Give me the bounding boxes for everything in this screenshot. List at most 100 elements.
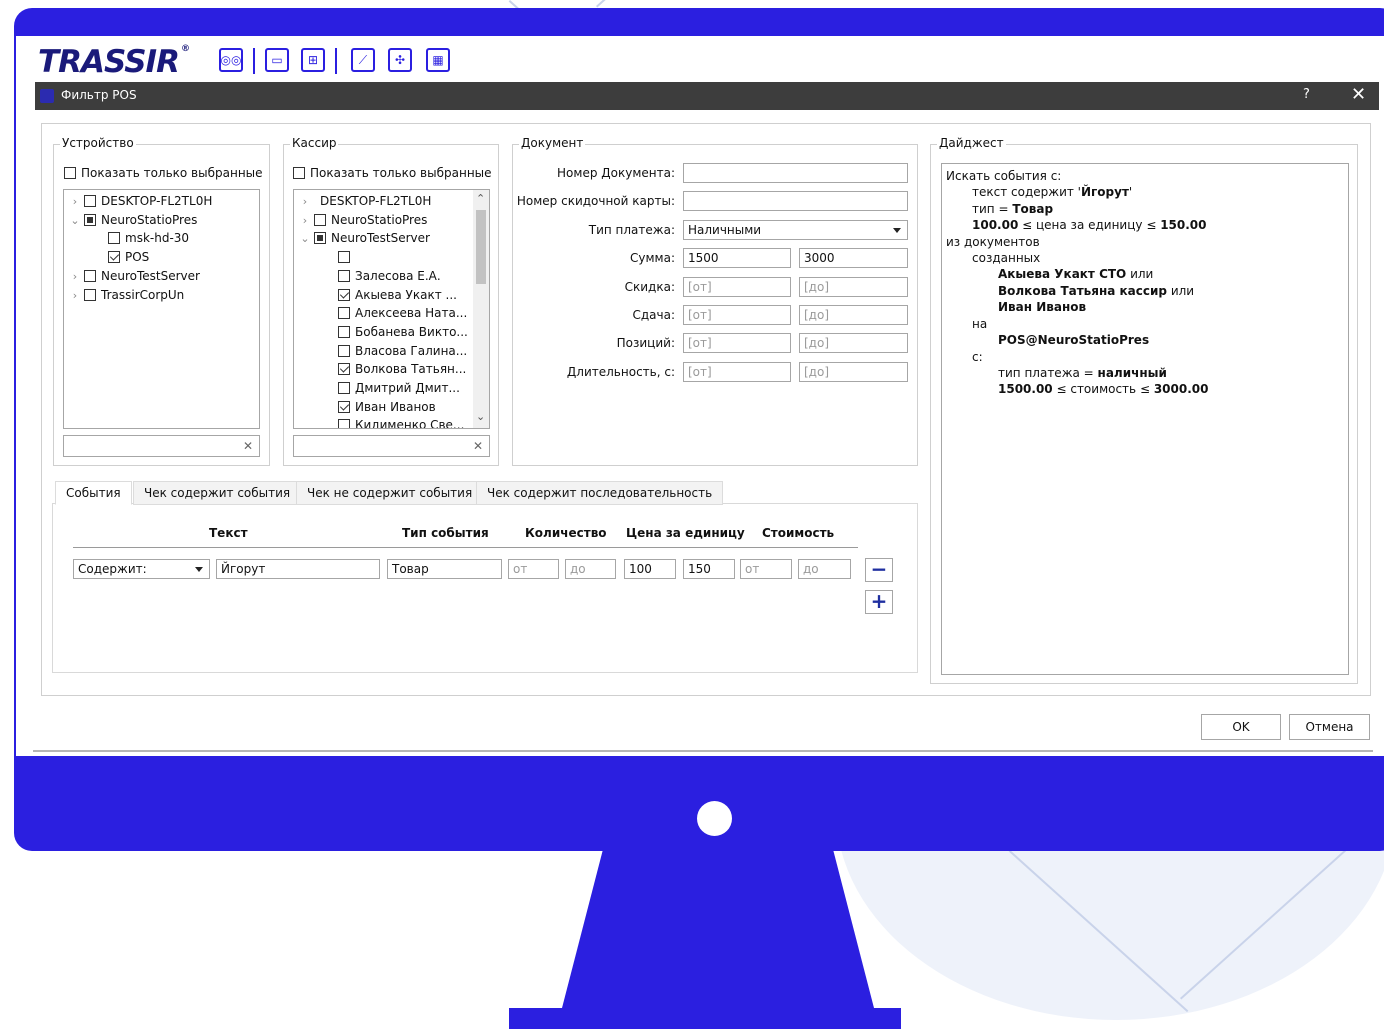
device-tree[interactable]: › DESKTOP-FL2TL0H ⌄ NeuroStatioPres msk-hd-3… xyxy=(63,189,260,429)
magic-wand-icon[interactable]: ⟋ xyxy=(351,48,375,72)
tree-item-label: NeuroTestServer xyxy=(331,231,430,246)
checkbox[interactable] xyxy=(84,288,96,301)
chevron-right-icon[interactable]: › xyxy=(300,212,310,230)
tree-item[interactable]: Залесова Е.А. xyxy=(338,267,441,285)
cassette-icon[interactable]: ◎◎ xyxy=(219,48,243,72)
checkbox[interactable] xyxy=(108,251,120,264)
tree-item[interactable] xyxy=(338,248,355,266)
close-icon[interactable]: ✕ xyxy=(1351,84,1366,105)
checkbox[interactable] xyxy=(338,251,350,264)
cancel-button[interactable]: Отмена xyxy=(1289,714,1370,740)
checkbox[interactable] xyxy=(338,269,350,282)
event-type-input[interactable]: Товар xyxy=(387,559,502,579)
checkbox[interactable] xyxy=(338,363,350,376)
device-filter-input[interactable]: ✕ xyxy=(63,435,260,457)
clear-icon[interactable]: ✕ xyxy=(243,439,253,453)
tree-item[interactable]: Кидименко Све... xyxy=(338,416,464,428)
checkbox[interactable] xyxy=(338,325,350,338)
tab-receipt-sequence[interactable]: Чек содержит последовательность xyxy=(476,481,724,505)
ok-button[interactable]: OK xyxy=(1201,714,1281,740)
tree-item[interactable]: Акыева Укакт ... xyxy=(338,286,457,304)
help-button[interactable]: ? xyxy=(1303,87,1310,102)
change-to-input[interactable]: [до] xyxy=(799,305,908,325)
tree-item[interactable]: › NeuroTestServer xyxy=(70,267,200,285)
checkbox[interactable] xyxy=(314,232,326,245)
checkbox[interactable] xyxy=(314,213,326,226)
checkbox[interactable] xyxy=(338,400,350,413)
device-show-selected-checkbox[interactable]: Показать только выбранные xyxy=(64,164,263,182)
discount-to-input[interactable]: [до] xyxy=(799,277,908,297)
tree-item[interactable]: › TrassirCorpUn xyxy=(70,286,185,305)
tree-item[interactable]: Власова Галина... xyxy=(338,342,467,360)
checkbox[interactable] xyxy=(338,288,350,301)
discount-from-input[interactable]: [от] xyxy=(683,277,791,297)
tab-receipt-not-contains[interactable]: Чек не содержит события xyxy=(296,481,484,505)
scroll-thumb[interactable] xyxy=(476,210,486,284)
change-from-input[interactable]: [от] xyxy=(683,305,791,325)
payment-type-select[interactable]: Наличными xyxy=(683,220,908,240)
chevron-right-icon[interactable]: › xyxy=(70,193,80,211)
checkbox[interactable] xyxy=(84,213,96,226)
positions-from-input[interactable]: [от] xyxy=(683,333,791,353)
scroll-down-icon[interactable]: ⌄ xyxy=(476,410,485,423)
tree-item[interactable]: › DESKTOP-FL2TL0H xyxy=(70,192,213,211)
checkbox[interactable] xyxy=(338,344,350,357)
cost-from-input[interactable]: от xyxy=(740,559,792,579)
tree-item[interactable]: Иван Иванов xyxy=(338,398,436,416)
cost-to-input[interactable]: до xyxy=(798,559,851,579)
unit-price-from-input[interactable]: 100 xyxy=(624,559,676,579)
clear-icon[interactable]: ✕ xyxy=(473,439,483,453)
checkbox[interactable] xyxy=(108,232,120,245)
edit-grid-icon[interactable]: ▦ xyxy=(426,48,450,72)
tree-item[interactable]: Волкова Татьян... xyxy=(338,360,466,378)
add-row-button[interactable]: + xyxy=(865,590,893,614)
checkbox[interactable] xyxy=(338,382,350,394)
sum-to-input[interactable]: 3000 xyxy=(799,248,908,268)
tree-item[interactable]: Дмитрий Дмит... xyxy=(338,379,460,397)
screen-layout-icon[interactable]: ⊞ xyxy=(301,48,325,72)
checkbox[interactable] xyxy=(84,269,96,282)
tree-item-label: TrassirCorpUn xyxy=(101,287,185,302)
doc-number-input[interactable] xyxy=(683,163,908,183)
chevron-right-icon[interactable]: › xyxy=(300,193,310,211)
chevron-right-icon[interactable]: › xyxy=(70,287,80,305)
tree-item[interactable]: › NeuroStatioPres xyxy=(300,211,428,230)
tree-item[interactable]: › DESKTOP-FL2TL0H xyxy=(300,192,432,211)
digest-line: Волкова Татьяна кассир или xyxy=(998,284,1195,298)
duration-from-input[interactable]: [от] xyxy=(683,362,791,382)
monitor-icon[interactable]: ▭ xyxy=(265,48,289,72)
tab-events[interactable]: События xyxy=(55,481,132,505)
card-number-input[interactable] xyxy=(683,191,908,211)
match-mode-select[interactable]: Содержит: xyxy=(73,559,210,579)
sum-from-input[interactable]: 1500 xyxy=(683,248,791,268)
checkbox[interactable] xyxy=(84,195,96,207)
cashier-scrollbar[interactable]: ⌃ ⌄ xyxy=(473,190,489,428)
checkbox[interactable] xyxy=(338,419,350,428)
chevron-right-icon[interactable]: › xyxy=(70,268,80,286)
duration-to-input[interactable]: [до] xyxy=(799,362,908,382)
chevron-down-icon[interactable]: ⌄ xyxy=(70,212,80,230)
tree-item[interactable]: ⌄ NeuroTestServer xyxy=(300,229,430,247)
tree-item[interactable]: Бобанева Викто... xyxy=(338,323,468,341)
background-line xyxy=(596,0,620,8)
positions-to-input[interactable]: [до] xyxy=(799,333,908,353)
puzzle-icon[interactable]: ✣ xyxy=(388,48,412,72)
qty-from-input[interactable]: от xyxy=(508,559,559,579)
tree-item[interactable]: msk-hd-30 xyxy=(108,229,189,247)
tree-item[interactable]: ⌄ NeuroStatioPres xyxy=(70,211,197,229)
qty-to-input[interactable]: до xyxy=(565,559,616,579)
checkbox[interactable] xyxy=(338,307,350,320)
cashier-tree[interactable]: ⌃ ⌄ › DESKTOP-FL2TL0H › NeuroStatioPres ⌄ Neu… xyxy=(293,189,490,429)
cashier-show-selected-checkbox[interactable]: Показать только выбранные xyxy=(293,164,492,182)
digest-line: 100.00 ≤ цена за единицу ≤ 150.00 xyxy=(972,218,1207,232)
payment-type-label: Тип платежа: xyxy=(588,223,675,237)
chevron-down-icon[interactable]: ⌄ xyxy=(300,230,310,248)
tree-item[interactable]: Алексеева Ната... xyxy=(338,304,467,322)
remove-row-button[interactable]: − xyxy=(865,558,893,582)
unit-price-to-input[interactable]: 150 xyxy=(683,559,735,579)
scroll-up-icon[interactable]: ⌃ xyxy=(476,192,485,205)
cashier-filter-input[interactable]: ✕ xyxy=(293,435,490,457)
event-text-input[interactable]: Йгорут xyxy=(216,559,380,579)
tab-receipt-contains[interactable]: Чек содержит события xyxy=(133,481,302,505)
tree-item[interactable]: POS xyxy=(108,248,149,266)
